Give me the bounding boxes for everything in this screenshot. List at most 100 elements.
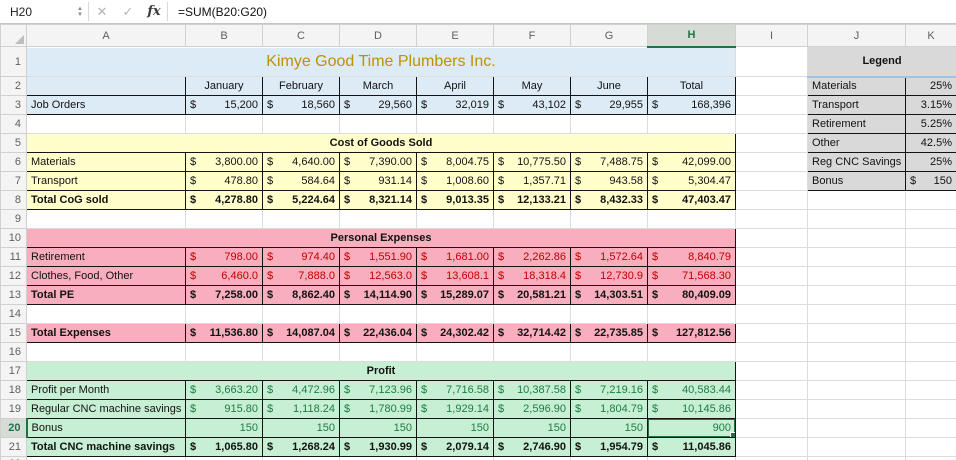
cell-F19[interactable]: $2,596.90 <box>493 399 571 419</box>
cell-E20[interactable]: 150 <box>416 418 494 438</box>
spinner-down-icon[interactable]: ▼ <box>77 12 83 18</box>
cell-H16[interactable] <box>647 342 736 362</box>
cell-A16[interactable] <box>26 342 186 362</box>
column-header-H[interactable]: H <box>647 24 736 48</box>
cell-J15[interactable] <box>807 323 906 343</box>
name-box-spinner[interactable]: ▲ ▼ <box>72 6 88 18</box>
cell-I19[interactable] <box>735 399 808 419</box>
cell-G9[interactable] <box>570 209 648 229</box>
cell-G20[interactable]: 150 <box>570 418 648 438</box>
fill-handle[interactable] <box>730 432 735 437</box>
row-header-6[interactable]: 6 <box>0 152 27 172</box>
row-header-1[interactable]: 1 <box>0 46 27 77</box>
cell-K11[interactable] <box>905 247 956 267</box>
cell-I8[interactable] <box>735 190 808 210</box>
legend-header[interactable]: Legend <box>807 46 956 78</box>
legend-item-value[interactable]: 42.5% <box>905 133 956 153</box>
cell-H18[interactable]: $40,583.44 <box>647 380 736 400</box>
cell-I7[interactable] <box>735 171 808 191</box>
cell-K17[interactable] <box>905 361 956 381</box>
cell-I6[interactable] <box>735 152 808 172</box>
cell-H7[interactable]: $5,304.47 <box>647 171 736 191</box>
cell-B7[interactable]: $478.80 <box>185 171 263 191</box>
cell-J22[interactable] <box>807 456 906 460</box>
cell-D20[interactable]: 150 <box>339 418 417 438</box>
row-header-22[interactable]: 22 <box>0 456 27 460</box>
cell-G13[interactable]: $14,303.51 <box>570 285 648 305</box>
cancel-icon[interactable]: ✕ <box>89 0 115 23</box>
legend-item-label[interactable]: Reg CNC Savings <box>807 152 906 172</box>
cell-D19[interactable]: $1,780.99 <box>339 399 417 419</box>
cell-C4[interactable] <box>262 114 340 134</box>
cell-K18[interactable] <box>905 380 956 400</box>
cell-K22[interactable] <box>905 456 956 460</box>
cell-C11[interactable]: $974.40 <box>262 247 340 267</box>
column-header-J[interactable]: J <box>807 24 906 47</box>
cell-E4[interactable] <box>416 114 494 134</box>
cell-B9[interactable] <box>185 209 263 229</box>
cell-G15[interactable]: $22,735.85 <box>570 323 648 343</box>
row-header-3[interactable]: 3 <box>0 95 27 115</box>
cell-G7[interactable]: $943.58 <box>570 171 648 191</box>
legend-item-value[interactable]: 5.25% <box>905 114 956 134</box>
cell-J16[interactable] <box>807 342 906 362</box>
cell-F8[interactable]: $12,133.21 <box>493 190 571 210</box>
cell-G8[interactable]: $8,432.33 <box>570 190 648 210</box>
cell-F2[interactable]: May <box>493 76 571 96</box>
cell-E16[interactable] <box>416 342 494 362</box>
cell-D9[interactable] <box>339 209 417 229</box>
cell-A4[interactable] <box>26 114 186 134</box>
cell-A22[interactable] <box>26 456 186 460</box>
cell-D13[interactable]: $14,114.90 <box>339 285 417 305</box>
cell-K19[interactable] <box>905 399 956 419</box>
sheet-title-cell[interactable]: Kimye Good Time Plumbers Inc. <box>26 46 736 77</box>
cell-E11[interactable]: $1,681.00 <box>416 247 494 267</box>
row-header-2[interactable]: 2 <box>0 76 27 96</box>
fx-icon[interactable]: fx <box>141 0 167 23</box>
cell-E9[interactable] <box>416 209 494 229</box>
row-header-5[interactable]: 5 <box>0 133 27 153</box>
cell-A14[interactable] <box>26 304 186 324</box>
cell-I13[interactable] <box>735 285 808 305</box>
cell-D4[interactable] <box>339 114 417 134</box>
column-header-B[interactable]: B <box>185 24 263 47</box>
cell-B11[interactable]: $798.00 <box>185 247 263 267</box>
cell-D22[interactable] <box>339 456 417 460</box>
cell-B19[interactable]: $915.80 <box>185 399 263 419</box>
cell-G18[interactable]: $7,219.16 <box>570 380 648 400</box>
cell-A2[interactable] <box>26 76 186 96</box>
cell-G11[interactable]: $1,572.64 <box>570 247 648 267</box>
legend-item-value[interactable]: 3.15% <box>905 95 956 115</box>
cell-G22[interactable] <box>570 456 648 460</box>
cell-F16[interactable] <box>493 342 571 362</box>
legend-item-label[interactable]: Materials <box>807 76 906 96</box>
cell-B8[interactable]: $4,278.80 <box>185 190 263 210</box>
cell-G3[interactable]: $29,955 <box>570 95 648 115</box>
cell-A20[interactable]: Bonus <box>26 418 186 438</box>
enter-icon[interactable]: ✓ <box>115 0 141 23</box>
cell-F15[interactable]: $32,714.42 <box>493 323 571 343</box>
column-header-F[interactable]: F <box>493 24 571 47</box>
cell-K14[interactable] <box>905 304 956 324</box>
cell-C7[interactable]: $584.64 <box>262 171 340 191</box>
column-header-E[interactable]: E <box>416 24 494 47</box>
cell-G4[interactable] <box>570 114 648 134</box>
cell-I11[interactable] <box>735 247 808 267</box>
cell-C14[interactable] <box>262 304 340 324</box>
cell-D6[interactable]: $7,390.00 <box>339 152 417 172</box>
cell-H14[interactable] <box>647 304 736 324</box>
cell-B22[interactable] <box>185 456 263 460</box>
cell-H22[interactable] <box>647 456 736 460</box>
cell-I9[interactable] <box>735 209 808 229</box>
cell-D14[interactable] <box>339 304 417 324</box>
cell-E22[interactable] <box>416 456 494 460</box>
cell-A8[interactable]: Total CoG sold <box>26 190 186 210</box>
cell-A12[interactable]: Clothes, Food, Other <box>26 266 186 286</box>
cell-D2[interactable]: March <box>339 76 417 96</box>
cell-B13[interactable]: $7,258.00 <box>185 285 263 305</box>
cell-A19[interactable]: Regular CNC machine savings <box>26 399 186 419</box>
cell-F20[interactable]: 150 <box>493 418 571 438</box>
cell-J14[interactable] <box>807 304 906 324</box>
cell-E13[interactable]: $15,289.07 <box>416 285 494 305</box>
cell-F13[interactable]: $20,581.21 <box>493 285 571 305</box>
